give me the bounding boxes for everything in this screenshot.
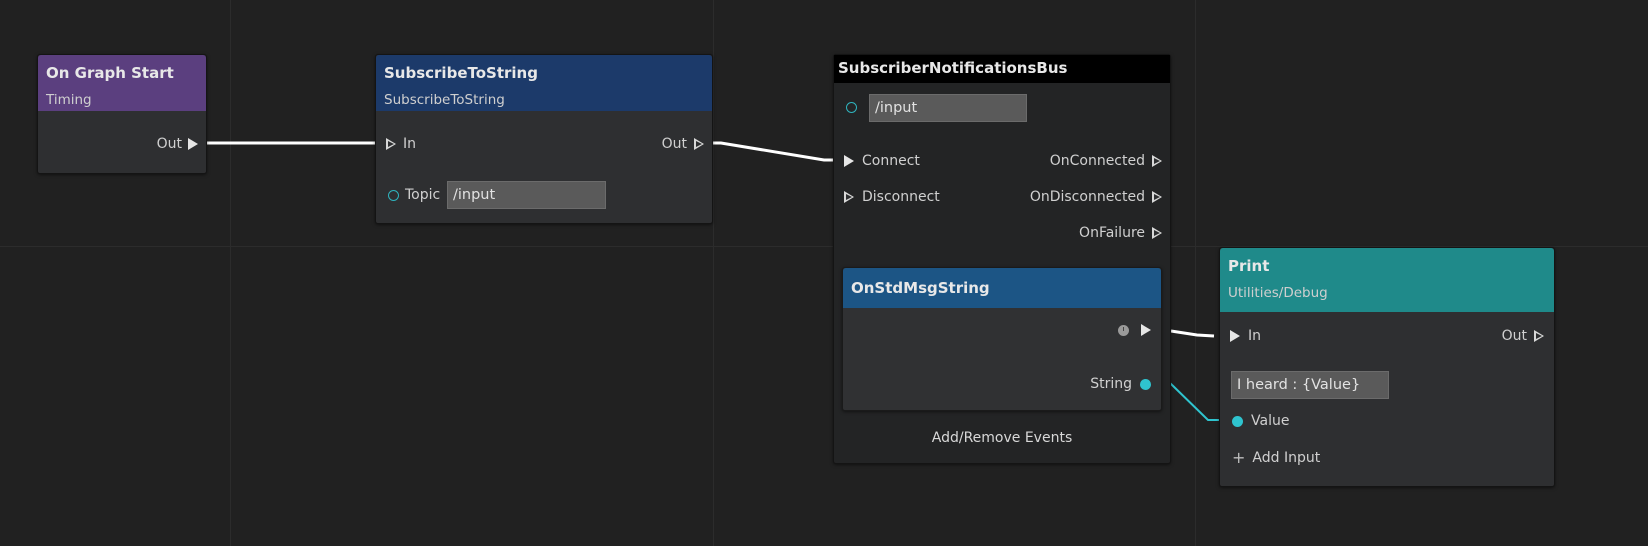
print-node[interactable]: Print Utilities/Debug In Out I heard : {… bbox=[1219, 247, 1555, 487]
node-header[interactable]: SubscribeToString SubscribeToString bbox=[376, 55, 712, 111]
connect-label: Connect bbox=[862, 153, 920, 169]
on-std-msg-string-event[interactable]: OnStdMsgString String bbox=[842, 267, 1162, 411]
event-header[interactable]: OnStdMsgString bbox=[843, 268, 1161, 308]
add-input-button[interactable]: + Add Input bbox=[1232, 449, 1320, 467]
disconnect-pin[interactable]: Disconnect bbox=[844, 188, 940, 206]
topic-input[interactable]: /input bbox=[447, 181, 606, 209]
subscriber-notifications-bus-node[interactable]: SubscriberNotificationsBus /input Connec… bbox=[833, 54, 1171, 464]
exec-out-icon[interactable] bbox=[1152, 227, 1162, 239]
node-subtitle: SubscribeToString bbox=[384, 92, 505, 108]
node-header[interactable]: SubscriberNotificationsBus bbox=[834, 55, 1170, 83]
exec-out-icon[interactable] bbox=[694, 138, 704, 150]
data-pin-icon[interactable] bbox=[846, 102, 857, 113]
value-label: Value bbox=[1251, 413, 1290, 429]
on-failure-pin[interactable]: OnFailure bbox=[1079, 224, 1162, 242]
in-pin-label: In bbox=[1248, 328, 1262, 344]
node-title: On Graph Start bbox=[46, 64, 174, 82]
out-pin[interactable]: Out bbox=[1502, 327, 1544, 345]
out-pin-label: Out bbox=[661, 136, 687, 152]
disconnect-label: Disconnect bbox=[862, 189, 940, 205]
exec-wire-subscribe-to-connect bbox=[703, 141, 840, 162]
in-pin-label: In bbox=[403, 136, 417, 152]
topic-pin[interactable]: Topic bbox=[388, 186, 440, 204]
exec-in-icon[interactable] bbox=[844, 191, 854, 203]
event-exec-out-pin[interactable] bbox=[1118, 324, 1151, 336]
node-title: SubscribeToString bbox=[384, 64, 538, 82]
topic-label: Topic bbox=[405, 187, 441, 203]
node-subtitle: Timing bbox=[46, 92, 92, 108]
node-title: SubscriberNotificationsBus bbox=[838, 59, 1068, 77]
data-pin-icon[interactable] bbox=[388, 189, 399, 201]
exec-in-icon[interactable] bbox=[844, 155, 854, 167]
node-subtitle: Utilities/Debug bbox=[1228, 285, 1328, 301]
in-pin[interactable]: In bbox=[1230, 327, 1261, 345]
grid-line bbox=[1195, 0, 1196, 546]
on-connected-pin[interactable]: OnConnected bbox=[1050, 152, 1162, 170]
address-input[interactable]: /input bbox=[869, 94, 1027, 122]
node-header[interactable]: Print Utilities/Debug bbox=[1220, 248, 1554, 312]
plus-icon: + bbox=[1232, 448, 1246, 467]
value-pin[interactable]: Value bbox=[1232, 412, 1289, 430]
out-pin-label: Out bbox=[1501, 328, 1527, 344]
address-pin[interactable] bbox=[846, 102, 857, 113]
on-disconnected-label: OnDisconnected bbox=[1029, 189, 1145, 205]
data-pin-icon[interactable] bbox=[1232, 415, 1243, 427]
on-connected-label: OnConnected bbox=[1049, 153, 1145, 169]
exec-out-icon[interactable] bbox=[1152, 191, 1162, 203]
exec-out-icon[interactable] bbox=[1141, 324, 1151, 336]
on-graph-start-node[interactable]: On Graph Start Timing Out bbox=[37, 54, 207, 174]
exec-out-icon[interactable] bbox=[188, 138, 198, 150]
grid-line bbox=[230, 0, 231, 546]
add-remove-events-button[interactable]: Add/Remove Events bbox=[834, 430, 1170, 446]
string-label: String bbox=[1090, 376, 1132, 392]
exec-in-icon[interactable] bbox=[386, 138, 396, 150]
exec-out-icon[interactable] bbox=[1534, 330, 1544, 342]
event-title: OnStdMsgString bbox=[851, 279, 990, 297]
exec-wire-event-to-print bbox=[1170, 329, 1215, 338]
clock-icon bbox=[1118, 324, 1129, 336]
subscribe-to-string-node[interactable]: SubscribeToString SubscribeToString In O… bbox=[375, 54, 713, 224]
exec-in-icon[interactable] bbox=[1230, 330, 1240, 342]
node-header[interactable]: On Graph Start Timing bbox=[38, 55, 206, 111]
connect-pin[interactable]: Connect bbox=[844, 152, 920, 170]
in-pin[interactable]: In bbox=[386, 135, 416, 153]
grid-line bbox=[713, 0, 714, 546]
on-disconnected-pin[interactable]: OnDisconnected bbox=[1030, 188, 1162, 206]
string-pin[interactable]: String bbox=[1090, 375, 1151, 393]
on-failure-label: OnFailure bbox=[1079, 225, 1145, 241]
format-input[interactable]: I heard : {Value} bbox=[1231, 371, 1389, 399]
node-title: Print bbox=[1228, 257, 1270, 275]
out-pin-label: Out bbox=[156, 136, 182, 152]
data-pin-icon[interactable] bbox=[1140, 378, 1151, 390]
out-pin[interactable]: Out bbox=[157, 135, 198, 153]
out-pin[interactable]: Out bbox=[662, 135, 704, 153]
exec-out-icon[interactable] bbox=[1152, 155, 1162, 167]
add-input-label: Add Input bbox=[1252, 450, 1321, 466]
